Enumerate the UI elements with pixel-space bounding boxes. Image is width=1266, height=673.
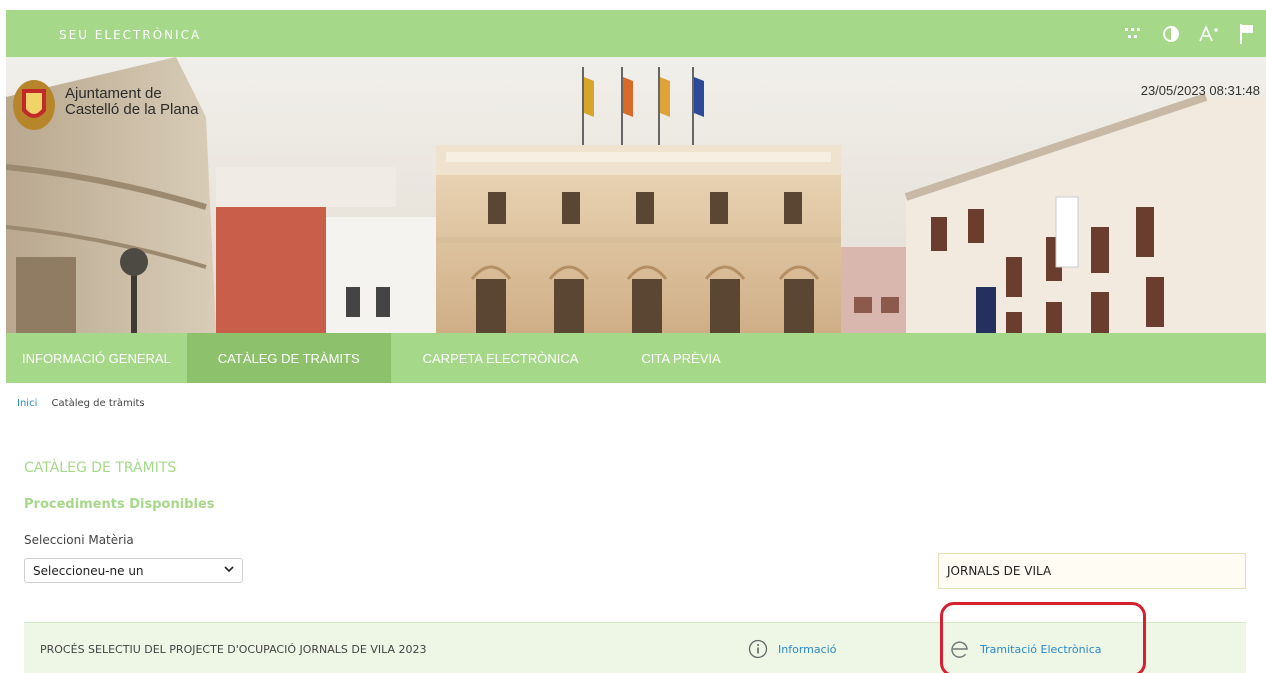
electronic-processing-label: Tramitació Electrònica — [980, 642, 1102, 656]
current-datetime: 23/05/2023 08:31:48 — [1140, 83, 1260, 98]
flag-icon[interactable] — [1228, 20, 1266, 48]
section-subtitle: Procediments Disponibles — [24, 497, 215, 512]
breadcrumb-home-link[interactable]: Inici — [17, 398, 37, 409]
subject-select-value: Seleccioneu-ne un — [33, 564, 144, 578]
logo-line-2: Castelló de la Plana — [65, 101, 199, 118]
page-title: CATÀLEG DE TRÀMITS — [24, 460, 177, 476]
procedure-title: PROCÉS SELECTIU DEL PROJECTE D'OCUPACIÓ … — [40, 643, 427, 656]
info-icon — [748, 639, 768, 659]
sitemap-icon[interactable] — [1114, 20, 1152, 48]
contrast-icon[interactable] — [1152, 20, 1190, 48]
header-banner: Ajuntament de Castelló de la Plana 23/05… — [6, 57, 1266, 333]
info-link-label: Informació — [778, 642, 837, 656]
main-nav: INFORMACIÓ GENERAL CATÀLEG DE TRÀMITS CA… — [6, 333, 1266, 383]
nav-item-cataleg-tramits[interactable]: CATÀLEG DE TRÀMITS — [186, 333, 391, 383]
info-link[interactable]: Informació — [748, 639, 836, 659]
top-bar: SEU ELECTRÒNICA — [6, 10, 1266, 57]
procedure-search-input[interactable]: JORNALS DE VILA — [938, 553, 1246, 589]
site-title: SEU ELECTRÒNICA — [59, 28, 202, 42]
e-icon — [951, 641, 968, 658]
subject-select-label: Seleccioni Matèria — [24, 533, 134, 547]
subject-select[interactable]: Seleccioneu-ne un — [24, 558, 243, 583]
nav-item-informacio-general[interactable]: INFORMACIÓ GENERAL — [6, 333, 187, 383]
logo-line-1: Ajuntament de — [65, 85, 162, 102]
breadcrumb: Inici Catàleg de tràmits — [17, 398, 145, 409]
table-row: PROCÉS SELECTIU DEL PROJECTE D'OCUPACIÓ … — [24, 622, 1246, 673]
nav-item-cita-previa[interactable]: CITA PRÈVIA — [610, 333, 736, 383]
accessibility-toolbar — [1114, 20, 1266, 48]
chevron-down-icon — [224, 564, 234, 577]
breadcrumb-current: Catàleg de tràmits — [51, 398, 145, 409]
electronic-processing-link[interactable]: Tramitació Electrònica — [950, 639, 1101, 659]
city-logo-text: Ajuntament de Castelló de la Plana — [65, 86, 198, 118]
nav-item-carpeta-electronica[interactable]: CARPETA ELECTRÒNICA — [391, 333, 611, 383]
font-size-icon[interactable] — [1190, 20, 1228, 48]
